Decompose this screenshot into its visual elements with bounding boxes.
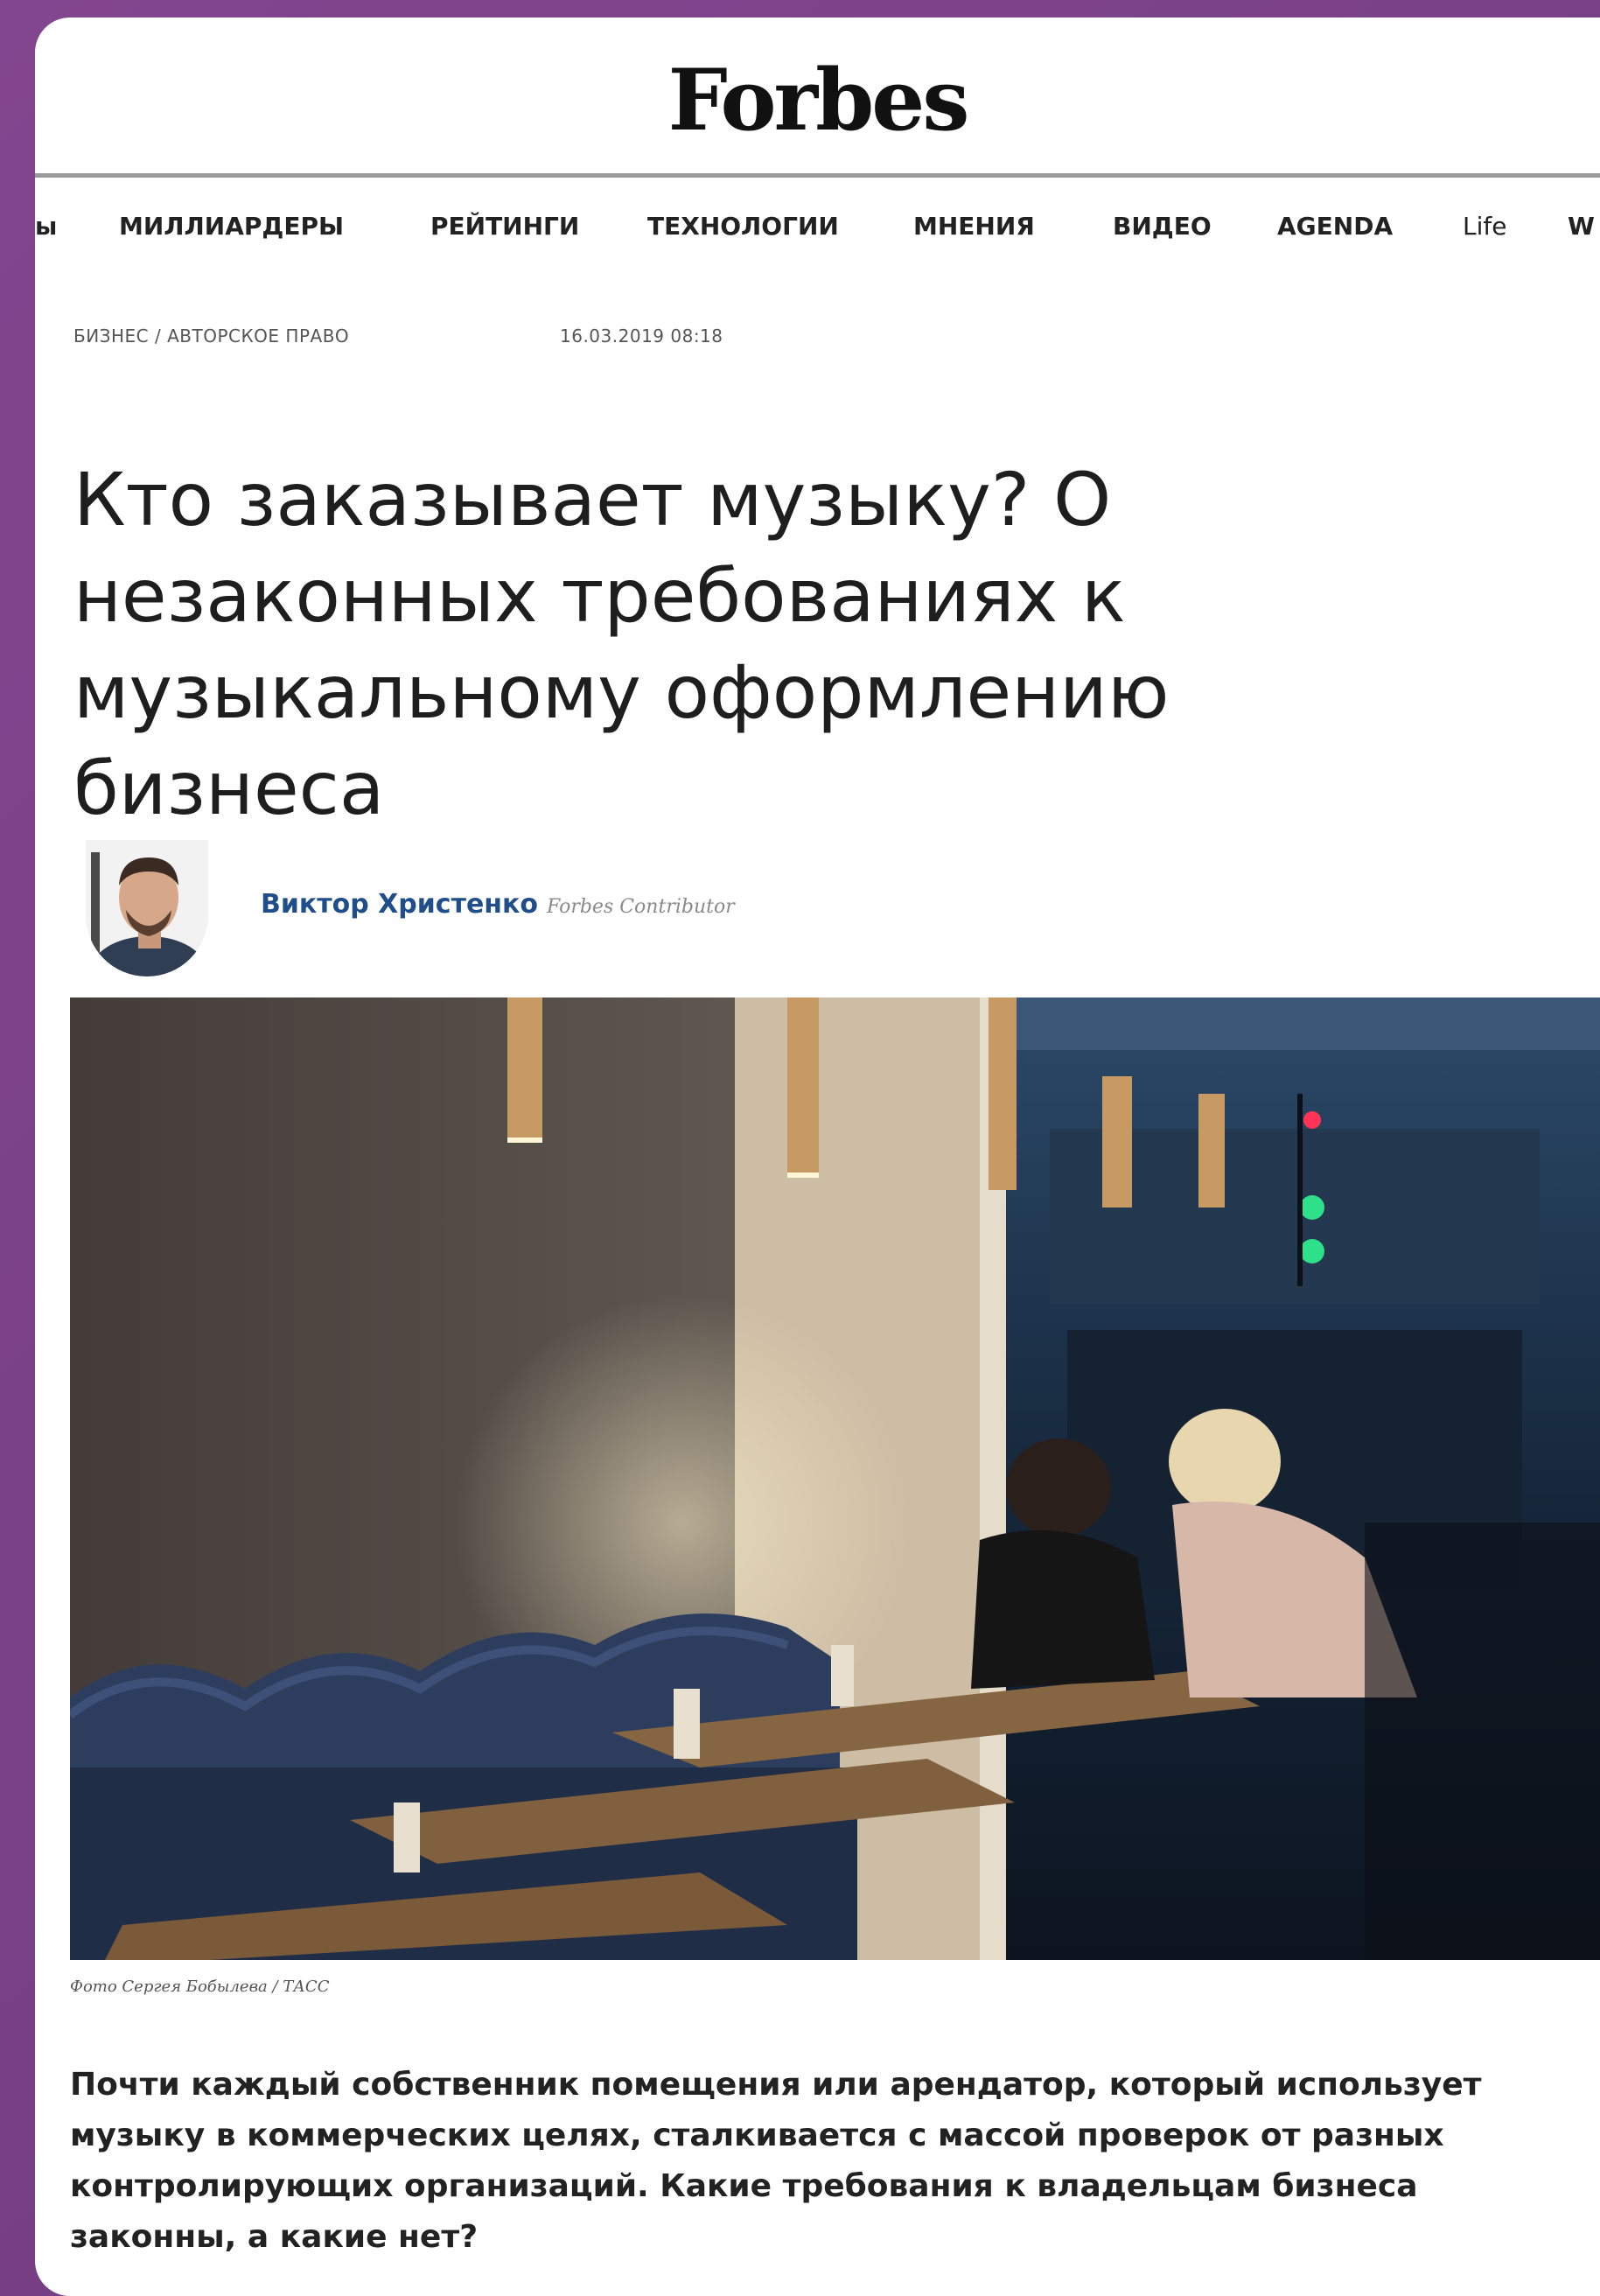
article-page: Forbes ы МИЛЛИАРДЕРЫ РЕЙТИНГИ ТЕХНОЛОГИИ… bbox=[35, 18, 1600, 2296]
nav-item-partial[interactable]: ы bbox=[35, 212, 57, 241]
nav-item-agenda[interactable]: AGENDA bbox=[1277, 212, 1393, 241]
nav-item-billionaires[interactable]: МИЛЛИАРДЕРЫ bbox=[119, 212, 344, 241]
nav-item-video[interactable]: ВИДЕО bbox=[1113, 212, 1212, 241]
article-lead: Почти каждый собственник помещения или а… bbox=[70, 2067, 1482, 2255]
forbes-logo[interactable]: Forbes bbox=[35, 51, 1600, 150]
nav-item-technology[interactable]: ТЕХНОЛОГИИ bbox=[647, 212, 839, 241]
author-name-link[interactable]: Виктор Христенко bbox=[261, 889, 538, 920]
nav-item-ratings[interactable]: РЕЙТИНГИ bbox=[430, 212, 579, 241]
author-avatar[interactable] bbox=[86, 840, 208, 976]
article-title: Кто заказывает музыку? О незаконных треб… bbox=[73, 457, 1170, 832]
main-nav: ы МИЛЛИАРДЕРЫ РЕЙТИНГИ ТЕХНОЛОГИИ МНЕНИЯ… bbox=[35, 212, 1600, 256]
photo-caption: Фото Сергея Бобылева / ТАСС bbox=[70, 1978, 330, 1996]
nav-item-opinions[interactable]: МНЕНИЯ bbox=[913, 212, 1035, 241]
author-role: Forbes Contributor bbox=[547, 896, 735, 918]
author-byline: Виктор Христенко Forbes Contributor bbox=[261, 889, 735, 920]
header-divider bbox=[35, 173, 1600, 178]
nav-item-life[interactable]: Life bbox=[1463, 212, 1506, 241]
breadcrumb[interactable]: БИЗНЕС / АВТОРСКОЕ ПРАВО bbox=[73, 326, 349, 346]
nav-item-partial-right[interactable]: W bbox=[1568, 212, 1595, 241]
article-photo bbox=[70, 998, 1600, 1960]
publish-date: 16.03.2019 08:18 bbox=[560, 326, 723, 346]
